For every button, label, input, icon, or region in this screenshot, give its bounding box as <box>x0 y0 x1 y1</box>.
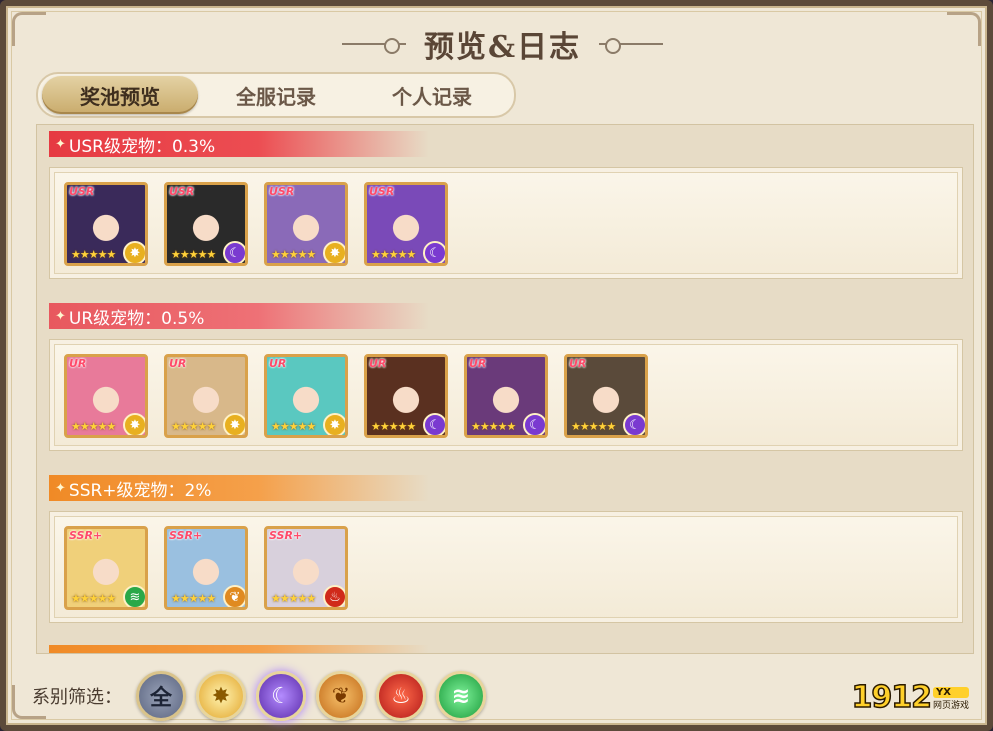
pet-row: USR ★★★★★ ✸ USR ★★★★★ ☾ USR ★★★★★ ✸ USR ★★★★★ ☾ <box>49 167 963 279</box>
light-element-icon: ✸ <box>223 413 245 435</box>
star-rating: ★★★★★ <box>271 248 316 261</box>
pet-card[interactable]: UR ★★★★★ ✸ <box>64 354 148 438</box>
filter-label: 系别筛选： <box>32 687 122 708</box>
section-ssr-plus: ✦ SSR+级宠物：2% SSR+ ★★★★★ ≋ SSR+ ★★★★★ ❦ SSR+ ★★★… <box>49 475 963 623</box>
title-ornament-right <box>599 37 664 54</box>
section-label: ✦ USR级宠物：0.3% <box>49 131 429 157</box>
star-rating: ★★★★★ <box>71 592 116 605</box>
rarity-tag: UR <box>469 357 487 370</box>
star-rating: ★★★★★ <box>471 420 516 433</box>
light-element-icon: ✸ <box>323 413 345 435</box>
star-rating: ★★★★★ <box>371 248 416 261</box>
filter-earth-glyph: ❦ <box>331 683 351 709</box>
rarity-tag: USR <box>69 185 95 198</box>
star-rating: ★★★★★ <box>71 420 116 433</box>
filter-all-glyph: 全 <box>149 686 172 711</box>
star-rating: ★★★★★ <box>571 420 616 433</box>
wind-element-icon: ≋ <box>123 585 145 607</box>
logo-side: YX 网页游戏 <box>932 687 969 711</box>
logo-number: 1912 <box>851 679 933 716</box>
star-rating: ★★★★★ <box>171 592 216 605</box>
filter-light-icon[interactable]: ✸ <box>196 671 246 721</box>
star-rating: ★★★★★ <box>171 248 216 261</box>
rarity-tag: USR <box>169 185 195 198</box>
filter-light-glyph: ✸ <box>211 683 231 709</box>
dark-element-icon: ☾ <box>623 413 645 435</box>
filter-fire-glyph: ♨ <box>391 683 411 709</box>
dialog-title: 预览&日志 <box>423 30 582 65</box>
preview-dialog: 预览&日志 奖池预览 全服记录 个人记录 ✦ USR级宠物：0.3% USR ★★… <box>0 0 993 731</box>
star-rating: ★★★★★ <box>171 420 216 433</box>
pet-card[interactable]: USR ★★★★★ ☾ <box>164 182 248 266</box>
filter-all-icon[interactable]: 全 <box>136 671 186 721</box>
star-rating: ★★★★★ <box>271 420 316 433</box>
pet-card[interactable]: SSR+ ★★★★★ ❦ <box>164 526 248 610</box>
pet-card[interactable]: SSR+ ★★★★★ ≋ <box>64 526 148 610</box>
tab-pool-preview[interactable]: 奖池预览 <box>42 76 198 114</box>
pet-card[interactable]: UR ★★★★★ ✸ <box>264 354 348 438</box>
fire-element-icon: ♨ <box>323 585 345 607</box>
sparkle-icon: ✦ <box>55 136 66 152</box>
pet-card[interactable]: UR ★★★★★ ☾ <box>564 354 648 438</box>
sparkle-icon: ✦ <box>55 480 66 496</box>
rarity-tag: SSR+ <box>169 529 203 542</box>
light-element-icon: ✸ <box>123 241 145 263</box>
dark-element-icon: ☾ <box>223 241 245 263</box>
pet-card[interactable]: UR ★★★★★ ✸ <box>164 354 248 438</box>
rarity-tag: SSR+ <box>269 529 303 542</box>
dark-element-icon: ☾ <box>523 413 545 435</box>
light-element-icon: ✸ <box>123 413 145 435</box>
section-next-partial <box>49 645 963 653</box>
rarity-tag: SSR+ <box>69 529 103 542</box>
logo-badge: YX <box>932 687 969 698</box>
pet-card[interactable]: UR ★★★★★ ☾ <box>464 354 548 438</box>
filter-dark-icon[interactable]: ☾ <box>256 671 306 721</box>
tab-server-log[interactable]: 全服记录 <box>198 76 354 114</box>
pet-card[interactable]: USR ★★★★★ ✸ <box>264 182 348 266</box>
pool-list[interactable]: ✦ USR级宠物：0.3% USR ★★★★★ ✸ USR ★★★★★ ☾ USR ★★★★★… <box>36 124 974 654</box>
section-label: ✦ UR级宠物：0.5% <box>49 303 429 329</box>
rarity-tag: USR <box>369 185 395 198</box>
pet-row: SSR+ ★★★★★ ≋ SSR+ ★★★★★ ❦ SSR+ ★★★★★ ♨ <box>49 511 963 623</box>
sparkle-icon: ✦ <box>55 308 66 324</box>
filter-fire-icon[interactable]: ♨ <box>376 671 426 721</box>
rarity-tag: UR <box>369 357 387 370</box>
section-label-text: UR级宠物：0.5% <box>68 308 205 329</box>
light-element-icon: ✸ <box>323 241 345 263</box>
section-label <box>49 645 429 653</box>
section-label-text: SSR+级宠物：2% <box>68 480 212 501</box>
filter-dark-glyph: ☾ <box>271 683 291 709</box>
tab-personal-log[interactable]: 个人记录 <box>354 76 510 114</box>
dark-element-icon: ☾ <box>423 413 445 435</box>
earth-element-icon: ❦ <box>223 585 245 607</box>
site-logo: 1912 YX 网页游戏 <box>851 679 969 716</box>
section-label: ✦ SSR+级宠物：2% <box>49 475 429 501</box>
pet-card[interactable]: USR ★★★★★ ✸ <box>64 182 148 266</box>
title-bar: 预览&日志 <box>6 20 993 68</box>
rarity-tag: UR <box>269 357 287 370</box>
star-rating: ★★★★★ <box>271 592 316 605</box>
element-filter: 系别筛选： 全 ✸ ☾ ❦ ♨ ≋ <box>6 661 993 731</box>
pet-card[interactable]: USR ★★★★★ ☾ <box>364 182 448 266</box>
pet-card[interactable]: SSR+ ★★★★★ ♨ <box>264 526 348 610</box>
filter-earth-icon[interactable]: ❦ <box>316 671 366 721</box>
rarity-tag: UR <box>169 357 187 370</box>
filter-wind-icon[interactable]: ≋ <box>436 671 486 721</box>
pet-row: UR ★★★★★ ✸ UR ★★★★★ ✸ UR ★★★★★ ✸ UR ★★★★★ ☾ UR ★★★★★ ☾… <box>49 339 963 451</box>
rarity-tag: UR <box>569 357 587 370</box>
title-ornament-left <box>341 37 406 54</box>
star-rating: ★★★★★ <box>71 248 116 261</box>
dark-element-icon: ☾ <box>423 241 445 263</box>
rarity-tag: USR <box>269 185 295 198</box>
filter-wind-glyph: ≋ <box>451 683 471 709</box>
section-ur: ✦ UR级宠物：0.5% UR ★★★★★ ✸ UR ★★★★★ ✸ UR ★★★★★ ✸ UR ★… <box>49 303 963 451</box>
rarity-tag: UR <box>69 357 87 370</box>
logo-subtitle: 网页游戏 <box>932 701 969 711</box>
star-rating: ★★★★★ <box>371 420 416 433</box>
pet-card[interactable]: UR ★★★★★ ☾ <box>364 354 448 438</box>
section-usr: ✦ USR级宠物：0.3% USR ★★★★★ ✸ USR ★★★★★ ☾ USR ★★★★★… <box>49 131 963 279</box>
section-label-text: USR级宠物：0.3% <box>68 136 216 157</box>
tab-bar: 奖池预览 全服记录 个人记录 <box>36 72 516 118</box>
